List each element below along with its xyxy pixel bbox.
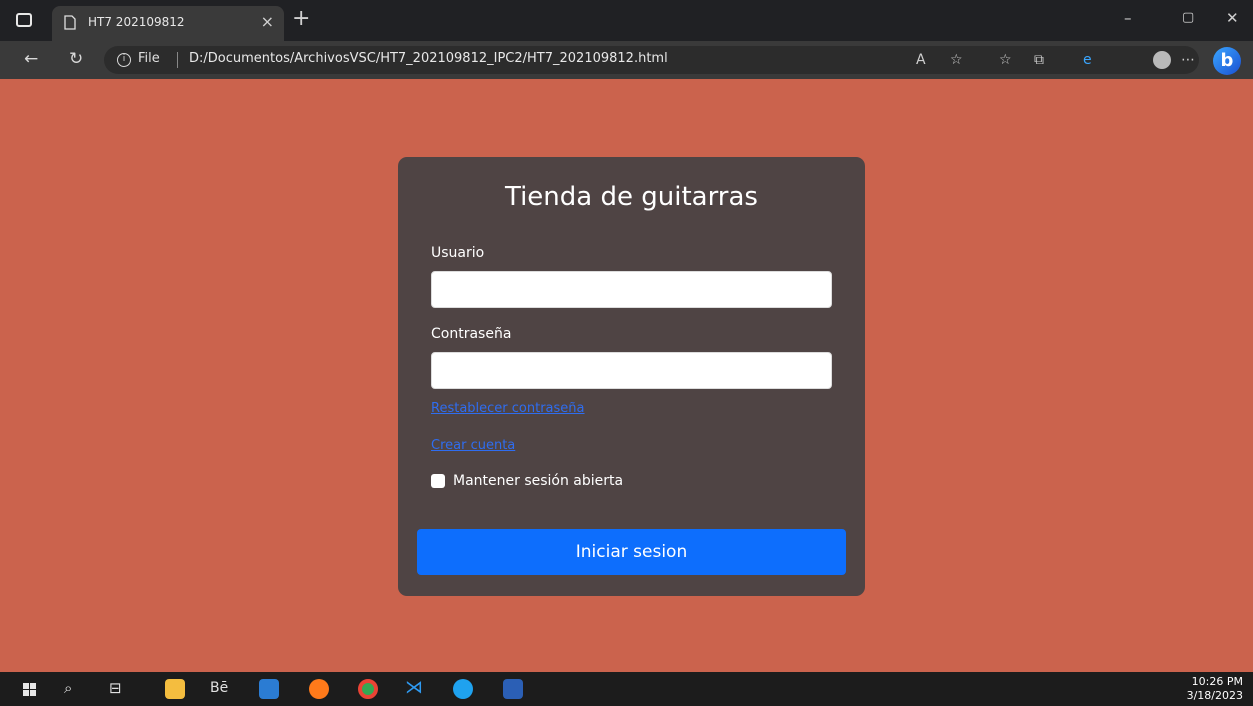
behance-icon[interactable]: Bē [210,677,228,699]
search-icon[interactable]: ⌕ [64,677,72,699]
collections-icon[interactable]: ⧉ [1034,51,1044,69]
minimize-icon[interactable]: – [1124,8,1132,28]
remember-session-label: Mantener sesión abierta [453,473,624,489]
password-input[interactable] [431,352,832,389]
info-icon[interactable]: i [117,53,131,67]
login-card: Tienda de guitarras Usuario Contraseña R… [398,157,865,596]
page-title: Tienda de guitarras [505,182,758,212]
file-explorer-icon[interactable] [165,679,185,699]
maximize-icon[interactable]: ▢ [1182,8,1194,28]
favorites-icon[interactable]: ☆ [999,51,1012,69]
remember-session-checkbox[interactable] [431,474,445,488]
edge-icon[interactable] [453,679,473,699]
browser-tab-bar: HT7 202109812 × + – ▢ ✕ [0,0,1253,41]
new-tab-icon[interactable]: + [292,7,310,31]
document-icon [64,15,76,30]
login-button[interactable]: Iniciar sesion [417,529,846,575]
reset-password-link[interactable]: Restablecer contraseña [431,401,585,416]
clock[interactable]: 10:26 PM 3/18/2023 [1187,675,1243,703]
clock-time: 10:26 PM [1191,675,1243,688]
refresh-icon[interactable]: ↻ [69,49,83,69]
more-options-icon[interactable]: ⋯ [1181,51,1195,69]
taskbar: ⌕ ⊟ Bē ⋊ 10:26 PM 3/18/2023 [0,672,1253,706]
window-close-icon[interactable]: ✕ [1226,8,1239,28]
close-tab-icon[interactable]: × [261,12,274,32]
bing-icon[interactable]: b [1213,47,1241,75]
profile-avatar[interactable] [1153,51,1171,69]
browser-toolbar: ← ↻ i File D:/Documentos/ArchivosVSC/HT7… [0,41,1253,79]
create-account-link[interactable]: Crear cuenta [431,438,515,453]
url-scheme: File [138,51,160,66]
back-icon[interactable]: ← [24,49,38,69]
password-label: Contraseña [431,326,512,342]
browser-tab[interactable]: HT7 202109812 × [52,6,284,41]
clock-date: 3/18/2023 [1186,689,1243,702]
add-favorite-icon[interactable]: ☆ [950,51,963,69]
word-icon[interactable] [503,679,523,699]
microsoft-store-icon[interactable] [259,679,279,699]
username-label: Usuario [431,245,485,261]
chrome-icon[interactable] [358,679,378,699]
task-view-icon[interactable]: ⊟ [109,677,122,699]
page-viewport: Tienda de guitarras Usuario Contraseña R… [0,79,1253,672]
read-aloud-icon[interactable]: A [916,51,926,69]
vscode-icon[interactable]: ⋊ [405,677,423,699]
edge-extension-icon[interactable]: e [1083,51,1092,69]
firefox-icon[interactable] [309,679,329,699]
tab-actions-icon[interactable] [16,13,32,27]
remember-session-row[interactable]: Mantener sesión abierta [431,473,623,489]
url-text[interactable]: D:/Documentos/ArchivosVSC/HT7_202109812_… [189,51,668,66]
tab-title: HT7 202109812 [88,15,185,29]
username-input[interactable] [431,271,832,308]
windows-start-icon[interactable] [23,683,36,696]
address-separator [177,52,178,68]
